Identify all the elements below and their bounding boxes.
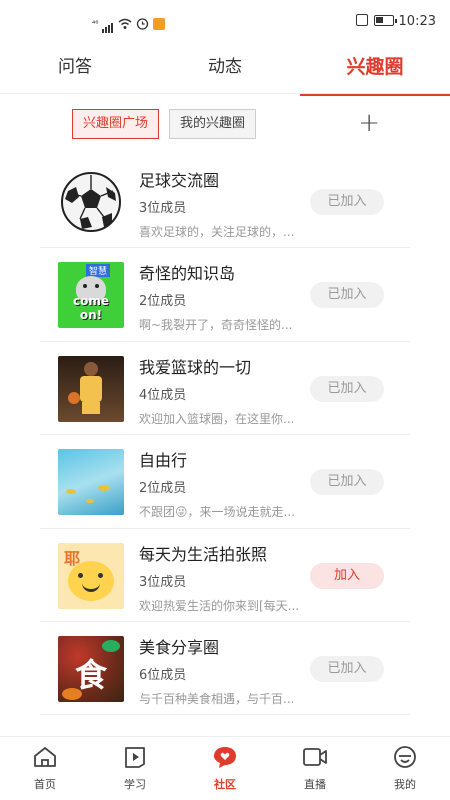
circle-name: 足球交流圈 (139, 171, 220, 190)
nav-live[interactable]: 直播 (270, 737, 360, 800)
joined-button[interactable]: 已加入 (310, 655, 384, 682)
list-item[interactable]: 食 美食分享圈 6位成员 与千百种美食相遇，与千百... 已加入 (40, 622, 410, 716)
circle-name: 自由行 (139, 451, 188, 471)
tab-interest-circle[interactable]: 兴趣圈 (300, 44, 450, 96)
status-right-icons (356, 14, 397, 26)
join-button[interactable]: 加入 (310, 562, 384, 589)
circle-description: 喜欢足球的，关注足球的，... (139, 225, 295, 239)
sea-water-thumbnail (58, 449, 124, 516)
thumb-food-text: 食 (74, 655, 107, 694)
wifi-icon (118, 18, 132, 29)
alarm-icon (137, 18, 149, 30)
cartoon-face-thumbnail: 耶 (58, 542, 124, 609)
bottom-nav: 首页 学习 社区 直播 我的 (0, 736, 450, 800)
nav-community[interactable]: 社区 (180, 737, 270, 800)
add-circle-button[interactable]: + (358, 110, 380, 136)
husky-meme-thumbnail: 智慧 come on! (58, 262, 124, 329)
home-icon (34, 747, 56, 767)
circle-list: 足球交流圈 3位成员 喜欢足球的，关注足球的，... 已加入 智慧 come o… (40, 155, 410, 716)
signal-icon (102, 14, 114, 33)
play-icon (125, 747, 145, 768)
top-tabs: 问答 动态 兴趣圈 (0, 44, 450, 96)
member-count: 4位成员 (139, 387, 187, 403)
circle-description: 与千百种美食相遇，与千百... (139, 691, 295, 706)
nav-live-label: 直播 (304, 778, 326, 791)
nav-community-label: 社区 (214, 778, 236, 791)
circle-name: 我爱篮球的一切 (139, 357, 252, 377)
circle-description: 啊~我裂开了，奇奇怪怪的... (139, 318, 293, 333)
member-count: 6位成员 (139, 667, 187, 683)
circle-plaza-chip[interactable]: 兴趣圈广场 (72, 109, 160, 139)
status-left-icons: ⁴⁶ (92, 14, 166, 33)
nav-study-label: 学习 (124, 778, 146, 791)
tab-divider (0, 93, 450, 94)
list-item[interactable]: 足球交流圈 3位成员 喜欢足球的，关注足球的，... 已加入 (40, 155, 410, 249)
joined-button[interactable]: 已加入 (310, 282, 384, 309)
circle-name: 奇怪的知识岛 (139, 264, 236, 284)
circle-name: 每天为生活拍张照 (139, 544, 268, 564)
tab-qa[interactable]: 问答 (0, 44, 150, 94)
soccer-ball-thumbnail (58, 169, 124, 235)
thumb-main-text: come on! (73, 294, 109, 323)
battery-icon (374, 14, 397, 26)
profile-icon (394, 746, 416, 768)
list-item[interactable]: 我爱篮球的一切 4位成员 欢迎加入篮球圈，在这里你... 已加入 (40, 342, 410, 436)
circle-name: 美食分享圈 (139, 637, 220, 657)
basketball-player-thumbnail (58, 355, 124, 422)
tab-feed[interactable]: 动态 (150, 44, 300, 94)
list-item[interactable]: 智慧 come on! 奇怪的知识岛 2位成员 啊~我裂开了，奇奇怪怪的... … (40, 248, 410, 342)
nav-home-label: 首页 (34, 778, 56, 791)
app-notification-icon (153, 17, 166, 30)
circle-description: 不跟团😜，来一场说走就走... (139, 505, 295, 520)
status-bar: ⁴⁶ 10:23 (0, 0, 450, 44)
member-count: 2位成员 (139, 481, 187, 497)
nav-profile-label: 我的 (394, 778, 416, 791)
member-count: 2位成员 (139, 294, 187, 310)
circle-description: 欢迎热爱生活的你来到[每天... (139, 598, 299, 613)
joined-button[interactable]: 已加入 (310, 189, 384, 215)
member-count: 3位成员 (139, 201, 187, 216)
nav-home[interactable]: 首页 (0, 737, 90, 800)
food-thumbnail: 食 (58, 635, 124, 702)
member-count: 3位成员 (139, 574, 187, 590)
network-type-label: ⁴⁶ (92, 19, 99, 28)
nav-study[interactable]: 学习 (90, 737, 180, 800)
video-icon (303, 748, 327, 766)
joined-button[interactable]: 已加入 (310, 375, 384, 402)
filter-row: 兴趣圈广场 我的兴趣圈 (72, 109, 257, 139)
nav-profile[interactable]: 我的 (360, 737, 450, 800)
joined-button[interactable]: 已加入 (310, 469, 384, 496)
vibrate-icon (356, 14, 368, 26)
status-time: 10:23 (398, 14, 436, 29)
my-circles-chip[interactable]: 我的兴趣圈 (169, 109, 257, 139)
community-icon (214, 747, 236, 768)
circle-description: 欢迎加入篮球圈，在这里你... (139, 411, 295, 426)
list-item[interactable]: 耶 每天为生活拍张照 3位成员 欢迎热爱生活的你来到[每天... 加入 (40, 529, 410, 622)
list-item[interactable]: 自由行 2位成员 不跟团😜，来一场说走就走... 已加入 (40, 435, 410, 529)
